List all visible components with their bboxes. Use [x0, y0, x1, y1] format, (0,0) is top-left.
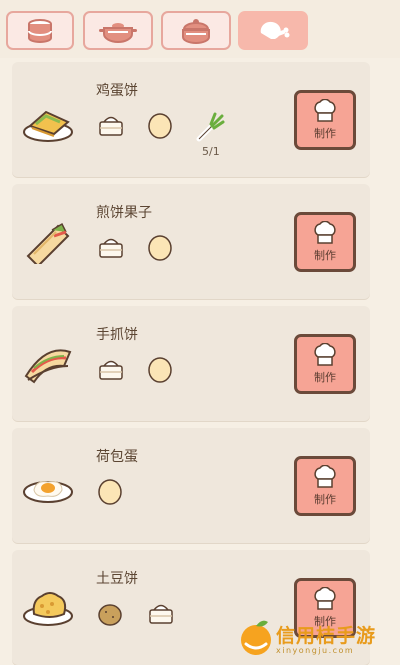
chef-hat-icon — [314, 221, 336, 244]
fried-egg-icon — [22, 470, 74, 510]
flour-bowl-icon — [96, 234, 126, 266]
watermark-logo: 信用桔手游 xinyongju.com — [236, 612, 400, 664]
scallion-icon — [196, 112, 226, 146]
recipe-name: 荷包蛋 — [96, 449, 138, 465]
egg-icon — [146, 234, 174, 266]
recipe-card: 手抓饼 制作 — [12, 306, 370, 421]
hand-pancake-icon — [22, 348, 74, 390]
flour-bowl-icon — [96, 112, 126, 144]
flour-bowl-icon — [96, 356, 126, 388]
recipe-name: 土豆饼 — [96, 571, 138, 587]
jianbing-wrap-icon — [22, 222, 74, 268]
potato-icon — [96, 600, 124, 632]
watermark-title: 信用桔手游 — [276, 625, 377, 647]
recipe-card: 荷包蛋 制作 — [12, 428, 370, 543]
orange-logo-icon — [241, 620, 271, 655]
make-button[interactable]: 制作 — [294, 334, 356, 394]
flour-bowl-icon — [146, 600, 176, 632]
watermark-subtitle: xinyongju.com — [276, 646, 355, 655]
casserole-icon — [182, 18, 210, 44]
make-button[interactable]: 制作 — [294, 212, 356, 272]
recipe-name: 手抓饼 — [96, 327, 138, 343]
egg-icon — [146, 356, 174, 388]
chef-hat-icon — [314, 465, 336, 488]
recipe-name: 煎饼果子 — [96, 205, 152, 221]
drumstick-icon — [260, 21, 290, 39]
chef-hat-icon — [314, 587, 336, 610]
pot-icon — [99, 22, 137, 43]
category-tab-bar — [0, 0, 400, 58]
rice-bag-icon — [28, 18, 52, 43]
tab-rice[interactable] — [6, 11, 74, 50]
recipe-name: 鸡蛋饼 — [96, 83, 138, 99]
egg-icon — [96, 478, 124, 510]
chef-hat-icon — [314, 99, 336, 122]
tab-meat[interactable] — [238, 11, 308, 50]
egg-pancake-icon — [22, 104, 74, 148]
tab-casserole[interactable] — [161, 11, 231, 50]
make-button[interactable]: 制作 — [294, 456, 356, 516]
make-button-label: 制作 — [314, 249, 336, 262]
make-button-label: 制作 — [314, 493, 336, 506]
make-button-label: 制作 — [314, 127, 336, 140]
egg-icon — [146, 112, 174, 144]
make-button-label: 制作 — [314, 371, 336, 384]
chef-hat-icon — [314, 343, 336, 366]
make-button[interactable]: 制作 — [294, 90, 356, 150]
ingredient-count: 5/1 — [202, 145, 220, 158]
recipe-card: 煎饼果子 制作 — [12, 184, 370, 299]
recipe-card: 鸡蛋饼 5/1 制作 — [12, 62, 370, 177]
tab-pot[interactable] — [83, 11, 153, 50]
potato-pancake-icon — [22, 592, 74, 630]
